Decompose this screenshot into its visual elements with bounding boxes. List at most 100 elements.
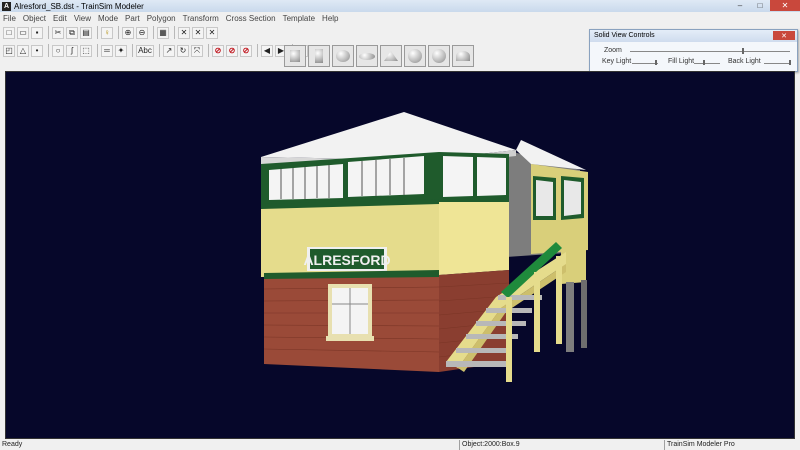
zoom-out-icon[interactable]: ⊖ bbox=[136, 26, 148, 39]
toolbar-separator bbox=[174, 26, 175, 39]
middle-side-wall bbox=[439, 202, 509, 275]
signal-box-model: ALRESFORD bbox=[261, 112, 588, 382]
fill-light-label: Fill Light bbox=[668, 58, 695, 65]
toolbar-separator bbox=[132, 44, 133, 57]
hemisphere-shape-icon[interactable] bbox=[452, 45, 474, 67]
select-rect-icon[interactable]: ◰ bbox=[3, 44, 15, 57]
menu-view[interactable]: View bbox=[74, 14, 91, 23]
fill-light-slider-thumb[interactable] bbox=[703, 60, 706, 65]
main-toolbar: □ ▭ ▪ ✂ ⧉ ▤ ♀ ⊕ ⊖ ▦ ✕ ✕ ✕ bbox=[0, 24, 220, 41]
front-window-right bbox=[348, 156, 424, 197]
edit-toolbar: ◰△•○ʃ⬚═✦Abc↗↻⤧⊘⊘⊘◀▶⚇ bbox=[0, 42, 310, 59]
lower-window-sill bbox=[326, 336, 374, 341]
open-folder-icon[interactable]: ▭ bbox=[17, 26, 29, 39]
status-divider bbox=[664, 440, 665, 450]
curve-arrow-icon[interactable]: ↗ bbox=[163, 44, 175, 57]
menu-help[interactable]: Help bbox=[322, 14, 338, 23]
zoom-label: Zoom bbox=[604, 47, 622, 54]
menu-mode[interactable]: Mode bbox=[98, 14, 118, 23]
new-file-icon[interactable]: □ bbox=[3, 26, 15, 39]
back-light-slider-thumb[interactable] bbox=[788, 60, 791, 65]
menu-file[interactable]: File bbox=[3, 14, 16, 23]
ellipsoid-shape-icon[interactable] bbox=[356, 45, 378, 67]
cylinder-shape-icon[interactable] bbox=[308, 45, 330, 67]
cut-icon[interactable]: ✂ bbox=[52, 26, 64, 39]
toolbar-separator bbox=[48, 44, 49, 57]
menu-template[interactable]: Template bbox=[283, 14, 315, 23]
rotate-icon[interactable]: ↻ bbox=[177, 44, 189, 57]
circle-icon[interactable]: ○ bbox=[52, 44, 64, 57]
window-controls: – □ ✕ bbox=[730, 0, 800, 12]
scale-icon[interactable]: ⤧ bbox=[191, 44, 203, 57]
zoom-slider[interactable] bbox=[630, 51, 790, 52]
prev-arrow-icon[interactable]: ◀ bbox=[261, 44, 273, 57]
paste-icon[interactable]: ▤ bbox=[80, 26, 92, 39]
status-ready: Ready bbox=[2, 441, 23, 448]
key-light-slider-thumb[interactable] bbox=[655, 60, 658, 65]
3d-viewport[interactable]: ALRESFORD bbox=[5, 71, 795, 439]
front-window-left bbox=[269, 164, 343, 200]
toolbar-separator bbox=[97, 44, 98, 57]
key-light-slider[interactable] bbox=[632, 63, 658, 64]
copy-icon[interactable]: ⧉ bbox=[66, 26, 78, 39]
minimize-icon[interactable]: – bbox=[730, 0, 750, 11]
toolbar-separator bbox=[257, 44, 258, 57]
mirror-y-icon[interactable]: ✕ bbox=[192, 26, 204, 39]
mirror-x-icon[interactable]: ✕ bbox=[178, 26, 190, 39]
textured-sphere-icon[interactable] bbox=[404, 45, 426, 67]
sphere-shape-icon[interactable] bbox=[332, 45, 354, 67]
solid-view-controls-title: Solid View Controls bbox=[594, 32, 655, 39]
box-select-icon[interactable]: ⬚ bbox=[80, 44, 92, 57]
no-texture-icon[interactable]: ⊘ bbox=[212, 44, 224, 57]
window-title: Alresford_SB.dst - TrainSim Modeler bbox=[14, 1, 144, 11]
text-abc-icon[interactable]: Abc bbox=[136, 44, 154, 57]
cube-shape-icon[interactable] bbox=[284, 45, 306, 67]
grid-icon[interactable]: ▦ bbox=[157, 26, 169, 39]
menu-cross-section[interactable]: Cross Section bbox=[226, 14, 276, 23]
faceted-sphere-icon[interactable] bbox=[428, 45, 450, 67]
toolbar-separator bbox=[97, 26, 98, 39]
side-window-2 bbox=[564, 180, 581, 216]
toolbar-separator bbox=[118, 26, 119, 39]
maximize-icon[interactable]: □ bbox=[750, 0, 770, 11]
key-light-label: Key Light bbox=[602, 58, 632, 65]
app-icon: A bbox=[2, 1, 11, 11]
bars-icon[interactable]: ═ bbox=[101, 44, 113, 57]
zoom-slider-thumb[interactable] bbox=[742, 48, 744, 54]
save-icon[interactable]: ▪ bbox=[31, 26, 43, 39]
side-window bbox=[536, 180, 553, 216]
curve-icon[interactable]: ʃ bbox=[66, 44, 78, 57]
menu-part[interactable]: Part bbox=[125, 14, 140, 23]
point-icon[interactable]: • bbox=[31, 44, 43, 57]
triangle-icon[interactable]: △ bbox=[17, 44, 29, 57]
back-light-slider[interactable] bbox=[764, 63, 790, 64]
status-divider bbox=[459, 440, 460, 450]
status-object: Object:2000:Box.9 bbox=[462, 441, 520, 448]
toolbar-separator bbox=[153, 26, 154, 39]
no-shade-icon[interactable]: ⊘ bbox=[240, 44, 252, 57]
solid-view-controls-header[interactable]: Solid View Controls ✕ bbox=[590, 30, 797, 42]
menu-object[interactable]: Object bbox=[23, 14, 46, 23]
toolbar-separator bbox=[208, 44, 209, 57]
shape-toolbar bbox=[284, 43, 476, 69]
key-icon[interactable]: ♀ bbox=[101, 26, 113, 39]
sign-text: ALRESFORD bbox=[303, 252, 390, 268]
texture-icon[interactable]: ✦ bbox=[115, 44, 127, 57]
station-sign: ALRESFORD bbox=[303, 247, 391, 271]
side-upper-window-2 bbox=[477, 157, 506, 196]
mirror-z-icon[interactable]: ✕ bbox=[206, 26, 218, 39]
close-panel-icon[interactable]: ✕ bbox=[773, 31, 795, 40]
no-lights-icon[interactable]: ⊘ bbox=[226, 44, 238, 57]
zoom-in-icon[interactable]: ⊕ bbox=[122, 26, 134, 39]
title-bar[interactable]: A Alresford_SB.dst - TrainSim Modeler – … bbox=[0, 0, 800, 12]
menu-transform[interactable]: Transform bbox=[183, 14, 219, 23]
side-upper-window-1 bbox=[443, 156, 473, 197]
cone-shape-icon[interactable] bbox=[380, 45, 402, 67]
menu-edit[interactable]: Edit bbox=[53, 14, 67, 23]
app-window: A Alresford_SB.dst - TrainSim Modeler – … bbox=[0, 0, 800, 450]
menu-polygon[interactable]: Polygon bbox=[147, 14, 176, 23]
fill-light-slider[interactable] bbox=[694, 63, 720, 64]
close-window-icon[interactable]: ✕ bbox=[770, 0, 800, 11]
back-light-label: Back Light bbox=[728, 58, 761, 65]
menu-bar: File Object Edit View Mode Part Polygon … bbox=[0, 12, 800, 24]
